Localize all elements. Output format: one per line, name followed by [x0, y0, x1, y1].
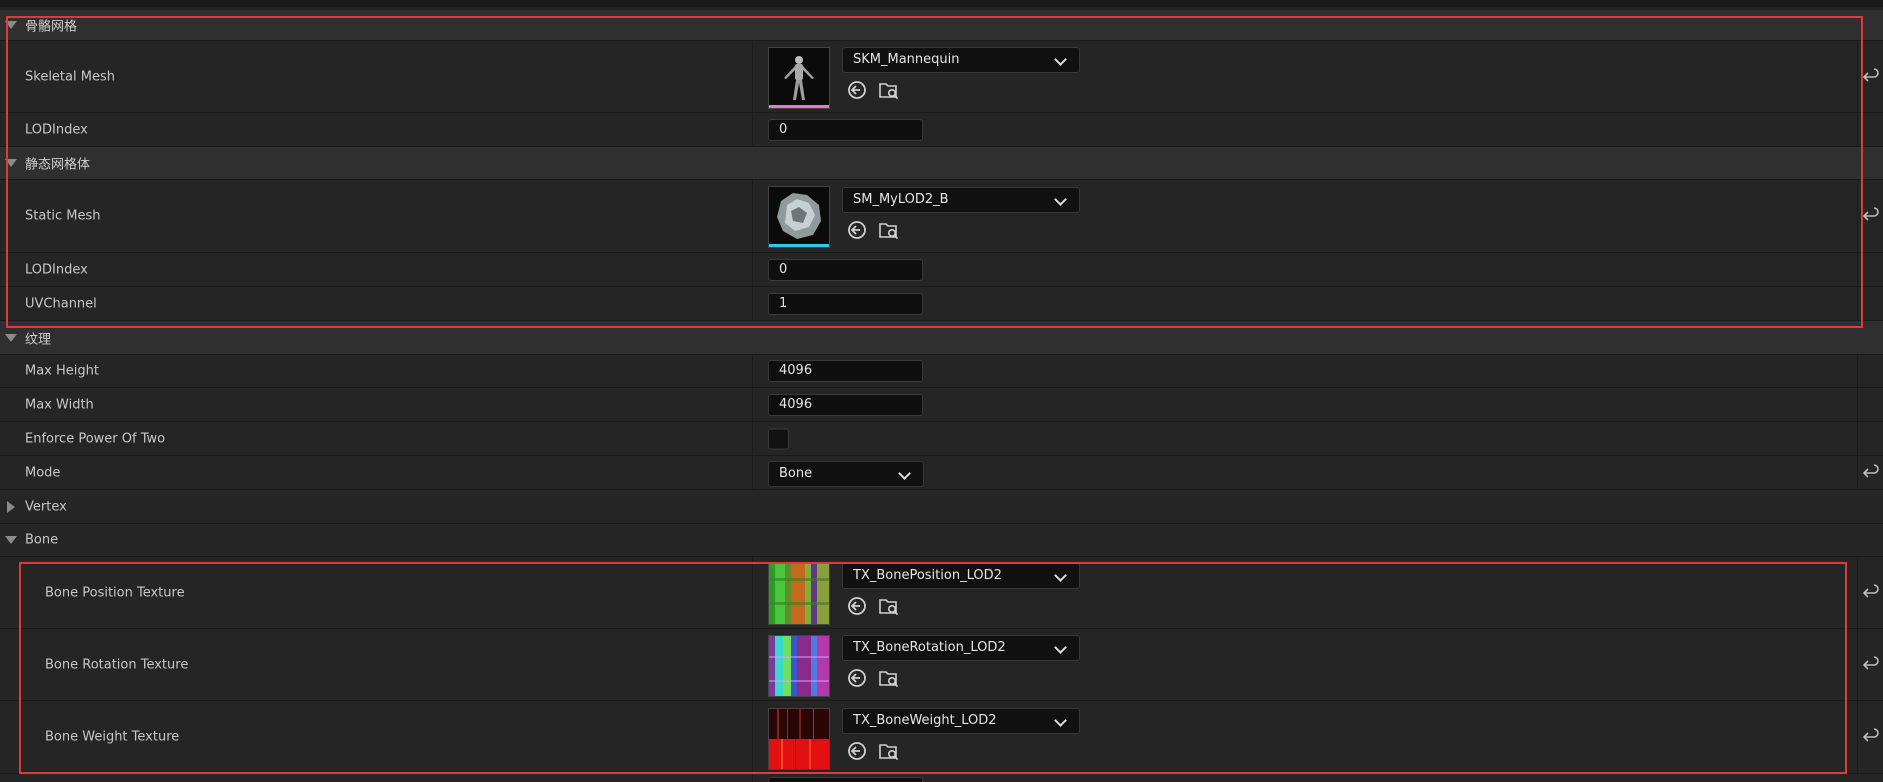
property-row-enforce-power-of-two: Enforce Power Of Two [0, 422, 1883, 456]
arrow-left-circle-icon[interactable] [846, 79, 868, 101]
property-label: Bone Weight Texture [45, 729, 180, 745]
section-title: Bone [25, 532, 59, 548]
property-row-skeletal-mesh: Skeletal Mesh SKM_Mannequin [0, 41, 1883, 113]
arrow-left-circle-icon[interactable] [846, 667, 868, 689]
collapse-arrow-icon[interactable] [5, 333, 17, 342]
property-label: Max Height [25, 363, 99, 379]
section-title: 骨骼网格 [25, 19, 78, 35]
reset-arrow-icon[interactable] [1862, 463, 1880, 482]
uvchannel-input[interactable]: 1 [768, 292, 923, 315]
asset-picker-bone-position-texture[interactable]: TX_BonePosition_LOD2 [842, 563, 1080, 589]
chevron-down-icon [898, 467, 911, 480]
property-row-partial [0, 774, 1883, 782]
property-row-bone-weight-texture: Bone Weight Texture TX_BoneWeight_LOD2 [0, 701, 1883, 774]
arrow-left-circle-icon[interactable] [846, 219, 868, 241]
asset-picker-bone-weight-texture[interactable]: TX_BoneWeight_LOD2 [842, 708, 1080, 734]
details-panel: 骨骼网格 Skeletal Mesh SKM_Mannequin LODInde… [0, 0, 1883, 782]
asset-name: SM_MyLOD2_B [853, 192, 949, 207]
asset-picker-static-mesh[interactable]: SM_MyLOD2_B [842, 187, 1080, 213]
asset-type-bar [769, 244, 829, 247]
section-title: 静态网格体 [25, 157, 91, 173]
asset-name: TX_BoneRotation_LOD2 [853, 640, 1006, 655]
asset-name: TX_BonePosition_LOD2 [853, 568, 1002, 583]
enforce-power-of-two-checkbox[interactable] [768, 428, 789, 449]
asset-type-bar [769, 105, 829, 108]
asset-name: TX_BoneWeight_LOD2 [853, 713, 997, 728]
chevron-down-icon [1054, 193, 1067, 206]
property-label: LODIndex [25, 122, 88, 137]
property-label: UVChannel [25, 296, 97, 311]
arrow-left-circle-icon[interactable] [846, 595, 868, 617]
folder-search-icon[interactable] [878, 79, 900, 101]
folder-search-icon[interactable] [878, 740, 900, 762]
property-row-lodindex: LODIndex 0 [0, 113, 1883, 147]
max-height-input[interactable]: 4096 [768, 360, 923, 382]
max-width-input[interactable]: 4096 [768, 393, 923, 416]
collapse-arrow-icon[interactable] [5, 536, 17, 544]
property-label: Enforce Power Of Two [25, 431, 166, 446]
bone-position-texture-icon [769, 564, 829, 624]
property-row-static-mesh: Static Mesh SM_MyLOD2_B [0, 180, 1883, 253]
property-row-max-height: Max Height 4096 [0, 355, 1883, 388]
section-title: Vertex [25, 499, 67, 514]
property-row-bone-rotation-texture: Bone Rotation Texture TX_BoneRotation_LO… [0, 629, 1883, 701]
bone-rotation-texture-icon [769, 636, 829, 696]
property-label: Mode [25, 465, 61, 480]
section-title: 纹理 [25, 332, 52, 347]
property-row-max-width: Max Width 4096 [0, 388, 1883, 422]
property-label: Skeletal Mesh [25, 69, 115, 84]
reset-arrow-icon[interactable] [1862, 207, 1880, 225]
folder-search-icon[interactable] [878, 667, 900, 689]
property-label: Static Mesh [25, 208, 101, 224]
property-row-bone-position-texture: Bone Position Texture TX_BonePosition_LO… [0, 557, 1883, 629]
section-texture[interactable]: 纹理 [0, 321, 1883, 355]
mannequin-figure-icon [769, 48, 829, 106]
property-row-lodindex-static: LODIndex 0 [0, 253, 1883, 287]
section-vertex[interactable]: Vertex [0, 490, 1883, 524]
lodindex-input[interactable]: 0 [768, 258, 923, 281]
chevron-down-icon [1054, 53, 1067, 66]
property-label: Bone Rotation Texture [45, 657, 189, 672]
chevron-down-icon [1054, 641, 1067, 654]
arrow-left-circle-icon[interactable] [846, 740, 868, 762]
panel-top-strip [0, 0, 1883, 7]
mode-value: Bone [779, 466, 813, 481]
reset-arrow-icon[interactable] [1862, 655, 1880, 674]
reset-arrow-icon[interactable] [1862, 583, 1880, 602]
chevron-down-icon [1054, 569, 1067, 582]
collapse-arrow-icon[interactable] [5, 21, 17, 29]
mode-dropdown[interactable]: Bone [768, 461, 924, 487]
collapse-arrow-icon[interactable] [5, 159, 17, 167]
property-label: Bone Position Texture [45, 585, 185, 600]
texture-thumbnail-bone-weight[interactable] [768, 708, 830, 770]
section-bone[interactable]: Bone [0, 524, 1883, 557]
rock-mesh-icon [769, 187, 829, 245]
property-row-mode: Mode Bone [0, 456, 1883, 490]
bone-weight-texture-icon [769, 709, 829, 769]
reset-arrow-icon[interactable] [1862, 67, 1880, 86]
texture-thumbnail-bone-position[interactable] [768, 563, 830, 625]
texture-thumbnail-bone-rotation[interactable] [768, 635, 830, 697]
section-skeletal-mesh[interactable]: 骨骼网格 [0, 10, 1883, 41]
property-label: Max Width [25, 397, 94, 412]
chevron-down-icon [1054, 714, 1067, 727]
folder-search-icon[interactable] [878, 595, 900, 617]
reset-arrow-icon[interactable] [1862, 728, 1880, 746]
section-static-mesh[interactable]: 静态网格体 [0, 147, 1883, 180]
expand-arrow-icon[interactable] [7, 500, 15, 513]
asset-picker-skeletal-mesh[interactable]: SKM_Mannequin [842, 47, 1080, 73]
lodindex-input[interactable]: 0 [768, 118, 923, 141]
partial-input [768, 777, 923, 782]
property-label: LODIndex [25, 262, 88, 277]
asset-name: SKM_Mannequin [853, 52, 960, 67]
asset-thumbnail-mannequin[interactable] [768, 47, 830, 109]
asset-thumbnail-static-mesh[interactable] [768, 186, 830, 248]
folder-search-icon[interactable] [878, 219, 900, 241]
property-row-uvchannel: UVChannel 1 [0, 287, 1883, 321]
asset-picker-bone-rotation-texture[interactable]: TX_BoneRotation_LOD2 [842, 635, 1080, 661]
